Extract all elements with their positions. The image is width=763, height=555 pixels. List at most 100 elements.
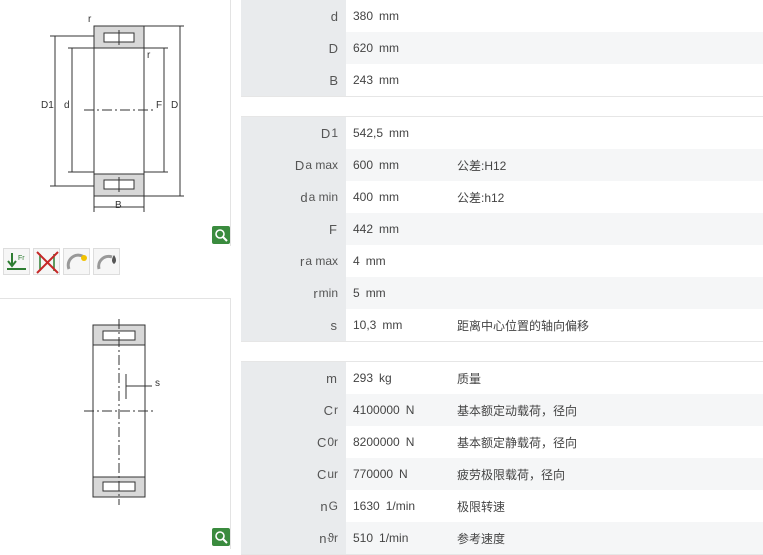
spec-symbol: C: [316, 434, 327, 450]
spec-unit: mm: [365, 254, 386, 268]
spec-value: 243: [353, 73, 374, 87]
spec-value: 10,3: [353, 318, 377, 332]
spec-row: da min 400 mm 公差:h12: [241, 181, 763, 213]
spec-row: ra max 4 mm: [241, 245, 763, 277]
lubrication-icon[interactable]: [93, 248, 120, 275]
mounting-dimensions-group: D1 542,5 mm Da max 600 mm 公差:H12 da min 400…: [241, 116, 763, 342]
label-s: s: [155, 378, 160, 389]
performance-data-group: m 293 kg 质量 Cr 4100000 N 基本额定动载荷，径向 C 0r 8200…: [241, 361, 763, 555]
spec-row: r min 5 mm: [241, 277, 763, 309]
spec-row: m 293 kg 质量: [241, 362, 763, 394]
spec-row: n ϑr 510 1/min 参考速度: [241, 522, 763, 554]
spec-value: 620: [353, 41, 374, 55]
specification-table: d 380 mm D 620 mm B 243 mm D1 542,5 mm Da ma…: [241, 0, 763, 555]
spec-subscript: ur: [327, 467, 338, 481]
spec-subscript: r: [334, 403, 338, 417]
spec-symbol: m: [326, 370, 337, 386]
spec-unit: mm: [379, 222, 400, 236]
spec-subscript: G: [328, 499, 338, 513]
label-f: F: [156, 100, 162, 111]
zoom-icon[interactable]: [212, 528, 230, 546]
spec-value: 542,5: [353, 126, 384, 140]
bearing-drawing-panel: r r D1 d F D B: [0, 0, 231, 246]
spec-unit: mm: [382, 318, 403, 332]
spec-symbol: C: [323, 402, 333, 418]
spec-description: 基本额定静载荷，径向: [457, 435, 578, 450]
spec-value: 600: [353, 158, 374, 172]
spec-row: Cur 770000 N 疲劳极限载荷，径向: [241, 458, 763, 490]
spec-subscript: ϑr: [327, 531, 338, 545]
spec-row: Cr 4100000 N 基本额定动载荷，径向: [241, 394, 763, 426]
spec-row: B 243 mm: [241, 64, 763, 96]
spec-unit: mm: [365, 286, 386, 300]
spec-row: C 0r 8200000 N 基本额定静载荷，径向: [241, 426, 763, 458]
spec-row: s 10,3 mm 距离中心位置的轴向偏移: [241, 309, 763, 341]
spec-value: 5: [353, 286, 360, 300]
svg-text:Fr: Fr: [18, 255, 25, 262]
spec-symbol: F: [329, 221, 337, 237]
spec-symbol: d: [330, 8, 338, 24]
spec-row: D 620 mm: [241, 32, 763, 64]
label-r-top: r: [88, 14, 92, 25]
spec-subscript: min: [318, 286, 338, 300]
spec-unit: mm: [379, 9, 400, 23]
spec-value: 510: [353, 531, 374, 545]
spec-unit: mm: [379, 41, 400, 55]
spec-description: 基本额定动载荷，径向: [457, 403, 578, 418]
spec-description: 极限转速: [457, 499, 506, 514]
spec-unit: mm: [379, 73, 400, 87]
label-d1: D1: [41, 100, 54, 111]
spec-subscript: a max: [305, 254, 338, 268]
speed-icon[interactable]: [63, 248, 90, 275]
label-d: d: [64, 100, 70, 111]
spec-value: 380: [353, 9, 374, 23]
label-D: D: [171, 100, 178, 111]
feature-icons: Fr: [3, 248, 120, 275]
spec-symbol: r: [299, 253, 305, 269]
spec-unit: mm: [379, 190, 400, 204]
spec-description: 公差:H12: [457, 158, 507, 173]
spec-subscript: 1: [331, 126, 338, 140]
spec-value: 400: [353, 190, 374, 204]
spec-symbol: s: [330, 317, 338, 333]
spec-value: 4: [353, 254, 360, 268]
offset-drawing-panel: s: [0, 298, 231, 549]
spec-subscript: a min: [308, 190, 338, 204]
spec-row: d 380 mm: [241, 0, 763, 32]
load-direction-icon[interactable]: Fr: [3, 248, 30, 275]
spec-subscript: 0r: [327, 435, 338, 449]
spec-symbol: n: [319, 530, 327, 546]
spec-value: 1630: [353, 499, 380, 513]
label-b: B: [115, 200, 122, 211]
spec-unit: N: [405, 403, 415, 417]
spec-row: nG 1630 1/min 极限转速: [241, 490, 763, 522]
no-axial-load-icon[interactable]: [33, 248, 60, 275]
dimensions-group: d 380 mm D 620 mm B 243 mm: [241, 0, 763, 97]
spec-symbol: r: [313, 285, 318, 301]
label-r-inner: r: [147, 50, 151, 61]
spec-symbol: D: [320, 125, 331, 141]
spec-value: 4100000: [353, 403, 400, 417]
spec-unit: kg: [379, 371, 392, 385]
spec-symbol: n: [320, 498, 328, 514]
spec-description: 疲劳极限载荷，径向: [457, 467, 566, 482]
spec-description: 公差:h12: [457, 190, 505, 205]
spec-symbol: D: [294, 157, 305, 173]
spec-symbol: B: [329, 72, 338, 88]
spec-description: 距离中心位置的轴向偏移: [457, 318, 590, 333]
spec-row: Da max 600 mm 公差:H12: [241, 149, 763, 181]
spec-value: 770000: [353, 467, 394, 481]
spec-value: 442: [353, 222, 374, 236]
spec-symbol: C: [316, 466, 327, 482]
spec-unit: 1/min: [379, 531, 409, 545]
spec-unit: mm: [389, 126, 410, 140]
spec-value: 8200000: [353, 435, 400, 449]
spec-unit: N: [399, 467, 408, 481]
spec-unit: N: [405, 435, 415, 449]
spec-subscript: a max: [305, 158, 338, 172]
spec-unit: 1/min: [385, 499, 416, 513]
bearing-cross-section-drawing: r r D1 d F D B: [41, 14, 184, 212]
spec-unit: mm: [379, 158, 400, 172]
zoom-icon[interactable]: [212, 226, 230, 244]
bearing-offset-drawing: s: [84, 319, 160, 505]
